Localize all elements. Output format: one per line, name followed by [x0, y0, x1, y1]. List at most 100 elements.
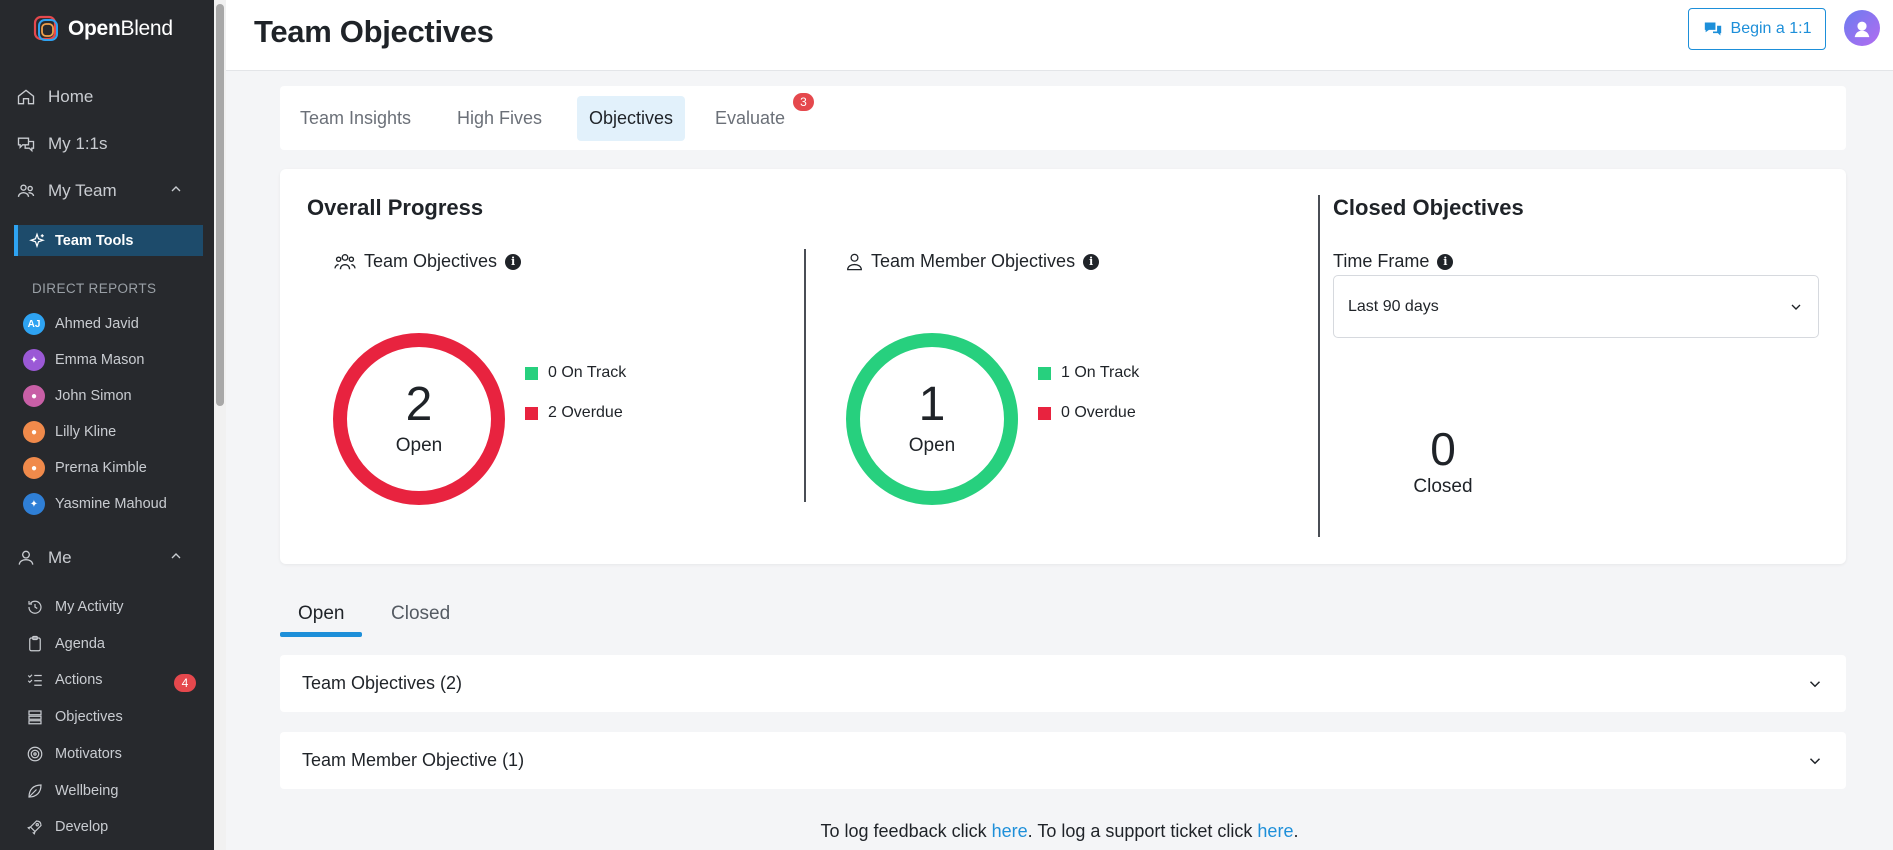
clipboard-icon — [29, 635, 41, 652]
nav-motivators[interactable]: Motivators — [26, 745, 122, 763]
nav-team-tools-label: Team Tools — [55, 232, 134, 249]
nav-actions-label: Actions — [55, 672, 103, 688]
footer-text: . — [1293, 821, 1299, 841]
nav-my-activity[interactable]: My Activity — [26, 598, 123, 616]
avatar: ✦ — [23, 493, 45, 515]
member-on-track-text: 1 On Track — [1061, 364, 1140, 381]
nav-my-team[interactable]: My Team — [16, 181, 206, 201]
legend-swatch — [525, 406, 538, 420]
tab-objectives[interactable]: Objectives — [577, 96, 685, 141]
avatar: AJ — [23, 313, 45, 335]
support-ticket-link[interactable]: here — [1257, 821, 1293, 841]
chat-bubbles-icon — [1704, 22, 1721, 36]
time-frame-select[interactable]: Last 90 days — [1333, 275, 1819, 338]
report-name: Prerna Kimble — [55, 460, 147, 476]
chevron-up-icon[interactable] — [168, 181, 184, 202]
time-frame-value: Last 90 days — [1348, 297, 1439, 315]
team-icon — [334, 253, 356, 269]
time-frame-label: Time Frame i — [1333, 251, 1454, 272]
nav-home[interactable]: Home — [16, 87, 93, 107]
divider — [1318, 195, 1320, 537]
tabs-bar: Team Insights High Fives Objectives Eval… — [280, 86, 1846, 150]
nav-team-tools[interactable]: Team Tools — [14, 225, 203, 256]
nav-develop-label: Develop — [55, 819, 109, 835]
nav-wellbeing[interactable]: Wellbeing — [26, 782, 118, 800]
divider — [804, 249, 806, 502]
report-ahmed-javid[interactable]: AJ Ahmed Javid — [23, 313, 139, 335]
evaluate-badge: 3 — [793, 93, 814, 111]
user-avatar[interactable] — [1844, 10, 1880, 46]
nav-agenda[interactable]: Agenda — [26, 635, 105, 653]
closed-count: 0 — [1430, 423, 1456, 475]
feedback-link[interactable]: here — [992, 821, 1028, 841]
report-prerna-kimble[interactable]: ● Prerna Kimble — [23, 457, 147, 479]
openblend-logo-icon — [32, 14, 62, 44]
nav-develop[interactable]: Develop — [26, 818, 108, 836]
team-member-objective-accordion[interactable]: Team Member Objective (1) — [280, 732, 1846, 789]
direct-reports-label: DIRECT REPORTS — [32, 281, 157, 296]
home-icon — [17, 89, 35, 105]
info-icon[interactable]: i — [1437, 253, 1454, 270]
info-icon[interactable]: i — [1083, 253, 1100, 270]
team-objectives-heading: Team Objectives i — [334, 251, 522, 272]
member-overdue-legend: 0 Overdue — [1038, 404, 1136, 422]
avatar: ● — [23, 385, 45, 407]
checklist-icon — [27, 674, 42, 686]
team-on-track-legend: 0 On Track — [525, 364, 626, 382]
legend-swatch — [525, 366, 538, 380]
nav-home-label: Home — [48, 87, 94, 106]
feedback-footer: To log feedback click here. To log a sup… — [226, 821, 1893, 842]
nav-motivators-label: Motivators — [55, 746, 122, 762]
member-objectives-ring: 1 Open — [846, 333, 1018, 505]
nav-wellbeing-label: Wellbeing — [55, 783, 119, 799]
closed-objectives-title: Closed Objectives — [1333, 195, 1524, 220]
tab-team-insights[interactable]: Team Insights — [291, 96, 420, 141]
nav-me[interactable]: Me — [16, 548, 206, 568]
nav-my-1on1s-label: My 1:1s — [48, 134, 108, 153]
history-icon — [28, 600, 42, 614]
report-yasmine-mahoud[interactable]: ✦ Yasmine Mahoud — [23, 493, 167, 515]
footer-text: . To log a support ticket click — [1027, 821, 1258, 841]
nav-my-1on1s[interactable]: My 1:1s — [16, 134, 108, 154]
nav-objectives-label: Objectives — [55, 709, 123, 725]
report-emma-mason[interactable]: ✦ Emma Mason — [23, 349, 144, 371]
active-tab-indicator — [280, 632, 362, 637]
tab-closed[interactable]: Closed — [391, 603, 450, 625]
sidebar-scrollbar[interactable] — [214, 0, 226, 850]
team-objectives-accordion[interactable]: Team Objectives (2) — [280, 655, 1846, 712]
team-icon — [17, 184, 35, 197]
member-open-count: 1 — [918, 378, 946, 431]
avatar: ● — [23, 457, 45, 479]
footer-text: To log feedback click — [820, 821, 992, 841]
user-icon — [18, 550, 34, 565]
report-lilly-kline[interactable]: ● Lilly Kline — [23, 421, 116, 443]
scrollbar-thumb[interactable] — [216, 4, 224, 406]
tab-open[interactable]: Open — [298, 603, 344, 625]
sidebar: OpenBlend Home My 1:1s My Team Team Tool… — [0, 0, 214, 850]
team-overdue-text: 2 Overdue — [548, 404, 623, 421]
team-member-objective-accordion-label: Team Member Objective (1) — [302, 750, 525, 770]
openblend-logo[interactable]: OpenBlend — [32, 14, 173, 44]
legend-swatch — [1038, 406, 1051, 420]
begin-1on1-label: Begin a 1:1 — [1730, 20, 1812, 37]
avatar: ● — [23, 421, 45, 443]
avatar: ✦ — [23, 349, 45, 371]
chat-icon — [17, 137, 35, 153]
nav-objectives[interactable]: Objectives — [26, 708, 123, 726]
report-john-simon[interactable]: ● John Simon — [23, 385, 132, 407]
report-name: Emma Mason — [55, 352, 145, 368]
begin-1on1-button[interactable]: Begin a 1:1 — [1688, 8, 1826, 50]
info-icon[interactable]: i — [505, 253, 522, 270]
tab-high-fives[interactable]: High Fives — [448, 96, 551, 141]
avatar-icon — [1854, 21, 1870, 38]
report-name: Ahmed Javid — [55, 316, 139, 332]
actions-count-badge: 4 — [174, 674, 196, 692]
member-on-track-legend: 1 On Track — [1038, 364, 1139, 382]
tab-evaluate[interactable]: Evaluate — [706, 96, 794, 141]
member-overdue-text: 0 Overdue — [1061, 404, 1136, 421]
legend-swatch — [1038, 366, 1051, 380]
team-overdue-legend: 2 Overdue — [525, 404, 623, 422]
member-open-label: Open — [908, 435, 956, 456]
nav-actions[interactable]: Actions — [26, 671, 103, 689]
chevron-up-icon[interactable] — [168, 548, 184, 569]
